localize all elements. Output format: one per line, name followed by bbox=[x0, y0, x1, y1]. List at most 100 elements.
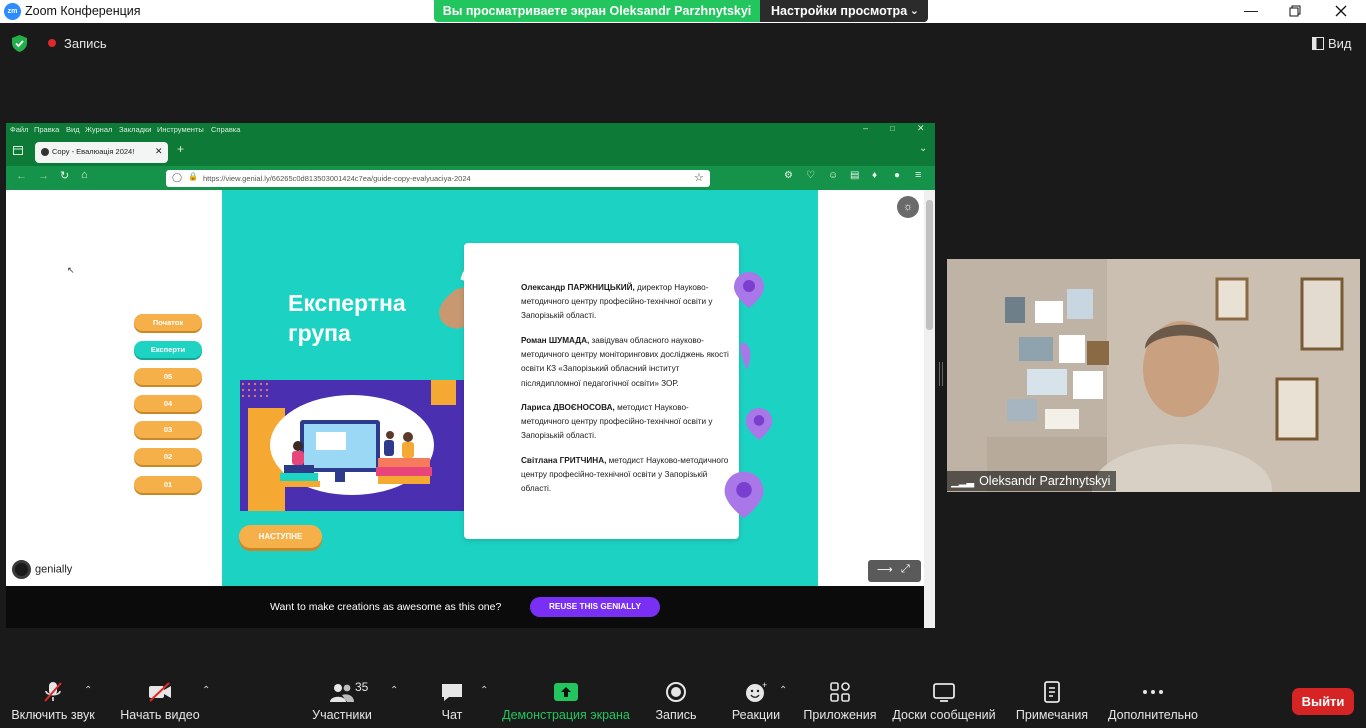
menu-bookmarks[interactable]: Закладки bbox=[119, 125, 151, 134]
hamburger-menu-icon[interactable]: ≡ bbox=[915, 169, 921, 181]
slide-title: Експертна група bbox=[288, 288, 448, 348]
participants-icon-wrap: 35 bbox=[317, 680, 369, 704]
tab-close-icon[interactable]: ✕ bbox=[155, 146, 163, 157]
share-icon[interactable]: ⟶ bbox=[877, 563, 893, 576]
participants-button[interactable]: 35 Участники bbox=[308, 680, 376, 722]
leave-button[interactable]: Выйти bbox=[1292, 688, 1354, 715]
record-button[interactable]: Запись bbox=[650, 680, 702, 722]
url-text: https://view.genial.ly/66265c0d813503001… bbox=[203, 174, 471, 183]
next-button[interactable]: НАСТУПНЕ bbox=[239, 525, 322, 548]
team-illustration-graphic bbox=[240, 380, 465, 511]
back-arrow-icon[interactable]: ← bbox=[16, 170, 27, 182]
whiteboards-button[interactable]: Доски сообщений bbox=[890, 680, 998, 722]
participants-options-caret-icon[interactable]: ⌃ bbox=[390, 685, 398, 696]
participants-label: Участники bbox=[312, 708, 372, 722]
menu-help[interactable]: Справка bbox=[211, 125, 240, 134]
chat-options-caret-icon[interactable]: ⌃ bbox=[480, 685, 488, 696]
forward-arrow-icon[interactable]: → bbox=[38, 170, 49, 182]
restore-icon[interactable] bbox=[1272, 0, 1318, 23]
fullscreen-icon[interactable]: ⤢ bbox=[901, 563, 910, 576]
participant-video-frame bbox=[947, 259, 1360, 492]
menu-tools[interactable]: Инструменты bbox=[157, 125, 204, 134]
menu-view[interactable]: Вид bbox=[66, 125, 80, 134]
settings-gear-icon[interactable]: ⚙ bbox=[784, 170, 793, 181]
accessibility-icon[interactable]: ☼ bbox=[897, 196, 919, 218]
slide-title-line2: група bbox=[288, 320, 351, 346]
shared-screen[interactable]: Файл Правка Вид Журнал Закладки Инструме… bbox=[6, 123, 935, 628]
lock-icon[interactable]: 🔒 bbox=[188, 172, 198, 181]
start-video-button[interactable]: Начать видео bbox=[118, 680, 202, 722]
nav-button-02[interactable]: 02 bbox=[134, 448, 202, 465]
participant-video-tile[interactable]: ▁▂▃ Oleksandr Parzhnytskyi bbox=[947, 259, 1360, 492]
apps-grid-icon bbox=[830, 682, 850, 702]
nav-button-01[interactable]: 01 bbox=[134, 476, 202, 493]
security-shield-icon[interactable] bbox=[12, 35, 27, 52]
notes-label: Примечания bbox=[1015, 708, 1089, 722]
page-scrollbar-thumb[interactable] bbox=[926, 200, 933, 330]
team-illustration bbox=[240, 380, 465, 511]
location-pin-icon bbox=[734, 272, 764, 308]
genially-brand-text: genially bbox=[35, 563, 73, 576]
close-icon[interactable] bbox=[1318, 0, 1364, 23]
shield-icon[interactable]: ◯ bbox=[172, 172, 182, 183]
tab-overview-icon[interactable] bbox=[13, 146, 23, 155]
mouse-cursor-icon: ↖ bbox=[67, 265, 75, 275]
more-button[interactable]: Дополнительно bbox=[1104, 680, 1202, 722]
share-fullscreen-controls: ⟶ ⤢ bbox=[868, 560, 921, 582]
video-options-caret-icon[interactable]: ⌃ bbox=[202, 685, 210, 696]
view-button[interactable]: Вид bbox=[1312, 36, 1352, 51]
whiteboard-icon bbox=[933, 683, 955, 702]
web-page: ↖ Початок Експерти 05 04 03 02 01 genial… bbox=[6, 190, 935, 628]
notes-button[interactable]: Примечания bbox=[1014, 680, 1090, 722]
recording-label[interactable]: Запись bbox=[64, 36, 107, 51]
extensions-icon[interactable]: ♦ bbox=[872, 170, 877, 181]
expert-entry: Світлана ГРИТЧИНА, методист Науково-мето… bbox=[521, 454, 731, 497]
nav-button-start[interactable]: Початок bbox=[134, 314, 202, 331]
audio-options-caret-icon[interactable]: ⌃ bbox=[84, 685, 92, 696]
browser-nav-bar: ← → ↻ ⌂ ◯ 🔒 https://view.genial.ly/66265… bbox=[6, 166, 935, 190]
reuse-genially-button[interactable]: REUSE THIS GENIALLY bbox=[530, 597, 660, 617]
nav-button-03[interactable]: 03 bbox=[134, 421, 202, 438]
tab-title: Copy - Евалюація 2024! bbox=[52, 147, 135, 156]
new-tab-icon[interactable]: + bbox=[177, 142, 184, 156]
menu-file[interactable]: Файл bbox=[10, 125, 28, 134]
genially-right-panel: ☼ bbox=[818, 190, 924, 586]
view-settings-dropdown[interactable]: Настройки просмотра ⌄ bbox=[760, 0, 928, 22]
chat-button[interactable]: Чат bbox=[432, 680, 472, 722]
pocket-icon[interactable]: ♡ bbox=[806, 170, 815, 181]
reactions-options-caret-icon[interactable]: ⌃ bbox=[779, 685, 787, 696]
genially-logo-icon bbox=[12, 560, 31, 579]
panel-resize-handle[interactable] bbox=[939, 362, 943, 386]
minimize-icon[interactable]: — bbox=[1228, 0, 1274, 23]
addon-icon[interactable]: ● bbox=[894, 170, 900, 181]
unmute-label: Включить звук bbox=[11, 708, 95, 722]
browser-minimize-icon[interactable]: – bbox=[863, 123, 868, 133]
slide-title-line1: Експертна bbox=[288, 290, 406, 316]
nav-button-04[interactable]: 04 bbox=[134, 395, 202, 412]
more-dots-icon bbox=[1143, 690, 1163, 694]
nav-button-experts[interactable]: Експерти bbox=[134, 341, 202, 358]
nav-button-05[interactable]: 05 bbox=[134, 368, 202, 385]
browser-tab-strip: Copy - Евалюація 2024! ✕ + ⌄ bbox=[6, 138, 935, 166]
browser-tab-active[interactable]: Copy - Евалюація 2024! ✕ bbox=[35, 142, 168, 163]
recording-dot-icon bbox=[48, 39, 56, 47]
tab-list-chevron-icon[interactable]: ⌄ bbox=[919, 143, 927, 154]
view-button-label: Вид bbox=[1328, 36, 1352, 51]
bookmark-star-icon[interactable]: ☆ bbox=[694, 171, 704, 184]
browser-restore-icon[interactable]: □ bbox=[890, 124, 895, 133]
apps-button[interactable]: Приложения bbox=[800, 680, 880, 722]
browser-close-icon[interactable]: ✕ bbox=[917, 123, 925, 134]
apps-label: Приложения bbox=[803, 708, 877, 722]
reader-icon[interactable]: ▤ bbox=[850, 170, 859, 181]
window-title: Zoom Конференция bbox=[25, 4, 141, 18]
participants-count: 35 bbox=[355, 680, 369, 694]
reload-icon[interactable]: ↻ bbox=[60, 169, 69, 182]
menu-edit[interactable]: Правка bbox=[34, 125, 59, 134]
reactions-button[interactable]: + Реакции bbox=[728, 680, 784, 722]
menu-history[interactable]: Журнал bbox=[85, 125, 112, 134]
share-screen-button[interactable]: Демонстрация экрана bbox=[500, 680, 632, 722]
genially-logo[interactable]: genially bbox=[12, 560, 72, 579]
home-icon[interactable]: ⌂ bbox=[81, 169, 88, 181]
account-icon[interactable]: ☺ bbox=[828, 170, 838, 181]
address-bar[interactable]: ◯ 🔒 https://view.genial.ly/66265c0d81350… bbox=[166, 170, 710, 187]
